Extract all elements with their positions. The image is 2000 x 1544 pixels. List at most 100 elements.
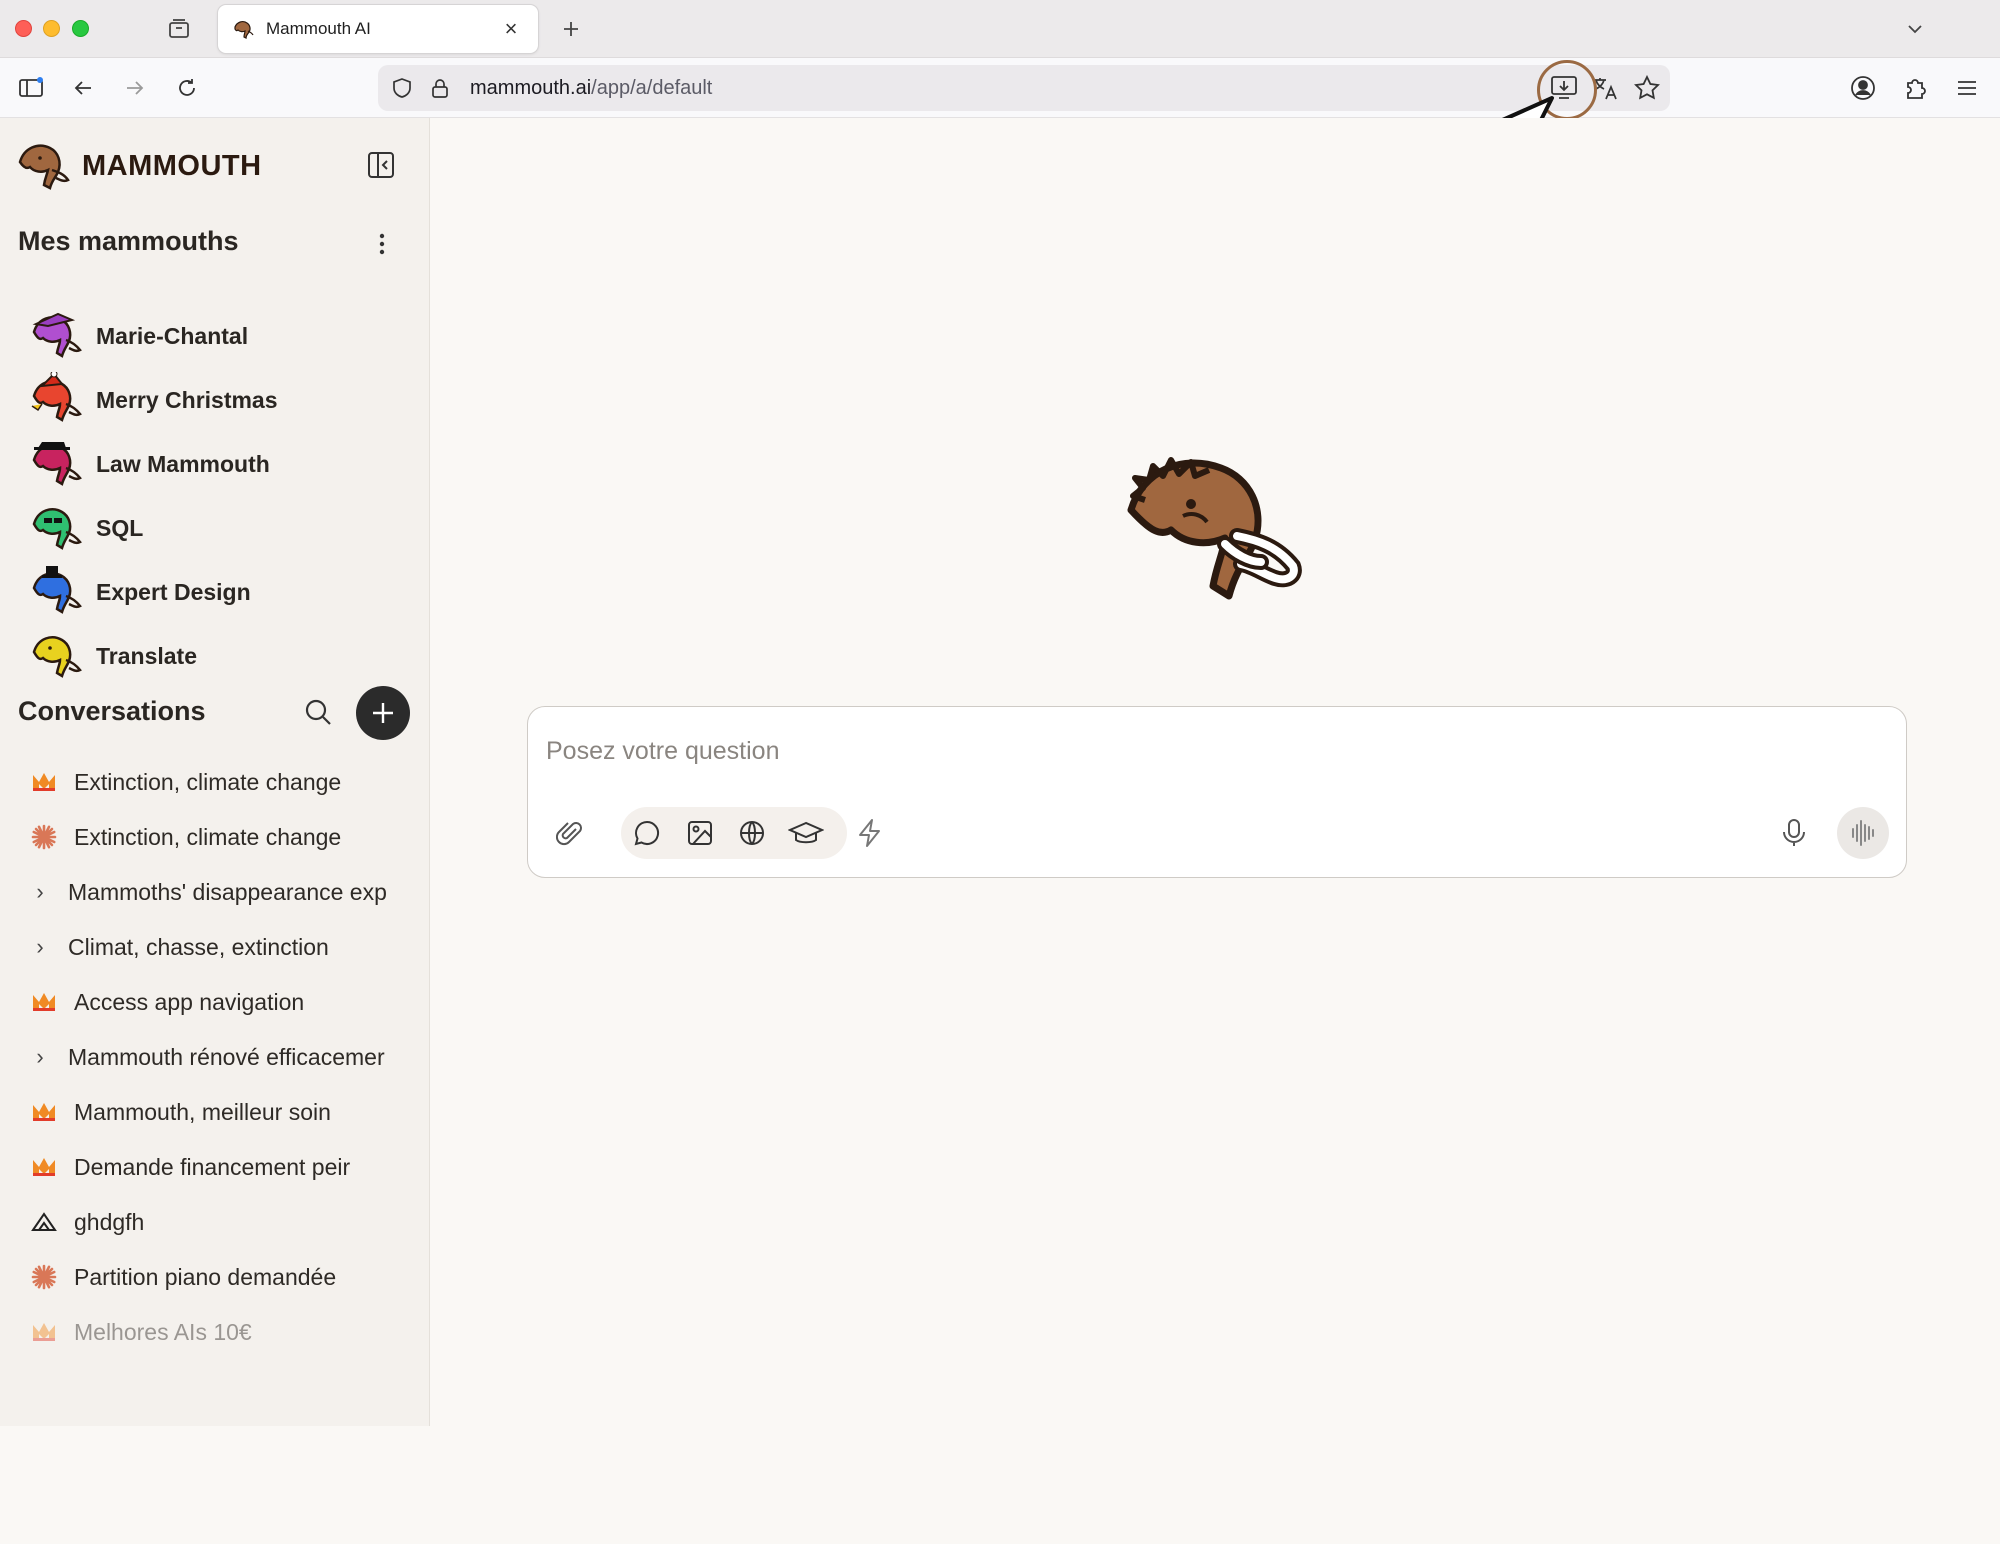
conversations-section-title: Conversations xyxy=(18,696,206,726)
assistant-item[interactable]: Translate xyxy=(28,628,197,684)
conversation-item[interactable]: Extinction, climate change xyxy=(30,762,410,802)
mammouth-logo-icon xyxy=(30,1153,58,1181)
lock-icon[interactable] xyxy=(428,76,452,100)
chevron-right-icon[interactable]: › xyxy=(30,879,50,905)
assistant-label: Marie-Chantal xyxy=(96,322,249,349)
conversation-item[interactable]: › Climat, chasse, extinction xyxy=(30,927,410,967)
extensions-icon[interactable] xyxy=(1899,72,1931,104)
chat-bubble-icon[interactable] xyxy=(631,817,663,849)
brand-name: MAMMOUTH xyxy=(82,149,262,182)
assistant-label: Law Mammouth xyxy=(96,450,270,477)
assistant-item[interactable]: Marie-Chantal xyxy=(28,308,248,364)
claude-burst-icon xyxy=(30,1263,58,1291)
conversation-label: Mammouth rénové efficacemer xyxy=(68,1043,385,1070)
tab-groups-icon[interactable] xyxy=(164,14,194,44)
back-arrow-icon[interactable] xyxy=(68,73,98,103)
mammouth-logo-icon xyxy=(30,1318,58,1346)
bookmark-star-icon[interactable] xyxy=(1634,74,1660,106)
voice-mode-button[interactable] xyxy=(1837,807,1889,859)
microphone-icon[interactable] xyxy=(1778,817,1810,849)
mammouth-logo-icon xyxy=(30,1098,58,1126)
conversation-item[interactable]: Demande financement peir xyxy=(30,1147,410,1187)
conversation-label: Mammouth, meilleur soin xyxy=(74,1098,331,1125)
conversation-item[interactable]: › Mammoths' disappearance exp xyxy=(30,872,410,912)
conversation-label: Climat, chasse, extinction xyxy=(68,933,329,960)
assistant-avatar-icon xyxy=(32,508,82,550)
assistant-item[interactable]: SQL xyxy=(28,500,143,556)
conversation-item[interactable]: Partition piano demandée xyxy=(30,1257,410,1297)
conversation-label: Melhores AIs 10€ xyxy=(74,1318,252,1345)
tab-list-chevron-down-icon[interactable] xyxy=(1900,14,1930,44)
search-icon xyxy=(305,699,331,725)
mammouth-logo-icon xyxy=(18,144,70,190)
chevron-right-icon[interactable]: › xyxy=(30,934,50,960)
mammouth-logo-icon xyxy=(30,988,58,1016)
assistant-avatar-icon xyxy=(32,442,82,486)
globe-web-search-icon[interactable] xyxy=(736,817,768,849)
assistant-label: SQL xyxy=(96,514,144,541)
assistant-item[interactable]: Merry Christmas xyxy=(28,372,278,428)
tab-close-icon[interactable]: × xyxy=(498,16,524,42)
window-minimize-button[interactable] xyxy=(43,20,60,37)
assistant-avatar-icon xyxy=(32,636,82,678)
conversation-label: Access app navigation xyxy=(74,988,305,1015)
assistants-section-title: Mes mammouths xyxy=(18,226,239,256)
question-input[interactable] xyxy=(546,737,1846,766)
assistant-item[interactable]: Law Mammouth xyxy=(28,436,270,492)
audio-waveform-icon xyxy=(1852,820,1874,846)
browser-toolbar: mammouth.ai/app/a/default xyxy=(0,58,2000,118)
conversation-item[interactable]: › Mammouth rénové efficacemer xyxy=(30,1037,410,1077)
assistant-item[interactable]: Expert Design xyxy=(28,564,251,620)
url-text[interactable]: mammouth.ai/app/a/default xyxy=(470,77,712,100)
assistant-avatar-icon xyxy=(32,566,82,614)
new-tab-icon[interactable] xyxy=(556,14,586,44)
assistant-avatar-icon xyxy=(32,312,82,358)
image-icon[interactable] xyxy=(684,817,716,849)
new-conversation-button[interactable] xyxy=(356,686,410,740)
conversation-label: Extinction, climate change xyxy=(74,823,342,850)
shield-icon[interactable] xyxy=(390,76,414,100)
conversation-item[interactable]: ghdgfh xyxy=(30,1202,410,1242)
mountain-logo-icon xyxy=(30,1208,58,1236)
window-zoom-button[interactable] xyxy=(72,20,89,37)
claude-burst-icon xyxy=(30,823,58,851)
sidebar-toggle-icon[interactable] xyxy=(16,73,46,103)
conversation-item[interactable]: Mammouth, meilleur soin xyxy=(30,1092,410,1132)
lightning-bolt-icon[interactable] xyxy=(854,817,886,849)
browser-tab-bar: Mammouth AI × xyxy=(0,0,2000,58)
mammouth-logo-icon xyxy=(30,768,58,796)
assistant-label: Merry Christmas xyxy=(96,386,278,413)
assistant-avatar-icon xyxy=(31,372,82,422)
assistant-label: Expert Design xyxy=(96,578,251,605)
chevron-right-icon[interactable]: › xyxy=(30,1044,50,1070)
url-host: mammouth.ai xyxy=(470,76,592,99)
conversation-label: Mammoths' disappearance exp xyxy=(68,878,387,905)
mammoth-hero-icon xyxy=(1127,457,1302,600)
url-bar[interactable]: mammouth.ai/app/a/default xyxy=(378,65,1670,111)
browser-tab-mammouth[interactable]: Mammouth AI × xyxy=(218,5,538,53)
conversation-item[interactable]: Extinction, climate change xyxy=(30,817,410,857)
tab-title: Mammouth AI xyxy=(266,19,371,38)
graduation-cap-icon[interactable] xyxy=(788,817,824,849)
mammouth-favicon-icon xyxy=(234,21,254,39)
assistants-more-icon[interactable] xyxy=(372,230,392,258)
conversation-label: ghdgfh xyxy=(74,1208,145,1235)
assistant-label: Translate xyxy=(96,642,197,669)
menu-hamburger-icon[interactable] xyxy=(1951,72,1983,104)
conversation-item[interactable]: Access app navigation xyxy=(30,982,410,1022)
window-close-button[interactable] xyxy=(15,20,32,37)
plus-icon xyxy=(373,703,393,723)
attach-paperclip-icon[interactable] xyxy=(554,817,586,849)
search-conversations-button[interactable] xyxy=(302,696,334,728)
chat-composer xyxy=(527,706,1907,878)
brand[interactable]: MAMMOUTH xyxy=(16,140,262,192)
conversation-item[interactable]: Melhores AIs 10€ xyxy=(30,1312,410,1352)
reload-icon[interactable] xyxy=(172,73,202,103)
conversation-label: Demande financement peir xyxy=(74,1153,351,1180)
conversation-label: Extinction, climate change xyxy=(74,768,342,795)
conversation-label: Partition piano demandée xyxy=(74,1263,337,1290)
collapse-sidebar-icon[interactable] xyxy=(366,150,396,180)
forward-arrow-icon[interactable] xyxy=(120,73,150,103)
sidebar-footer-card xyxy=(18,1476,408,1544)
account-icon[interactable] xyxy=(1847,72,1879,104)
